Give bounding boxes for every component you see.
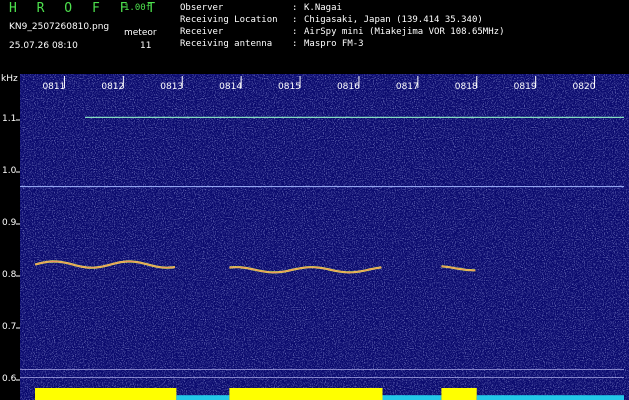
- time-label: 0814: [219, 82, 243, 92]
- time-label: 0813: [160, 82, 184, 92]
- header-panel: H R O F F T 1.00f KN9_2507260810.png met…: [0, 0, 629, 74]
- spectrogram-noise: [20, 74, 629, 400]
- frequency-label: 0.8: [2, 270, 17, 280]
- mode-label: meteor: [124, 28, 157, 38]
- spectrogram-plot: [16, 74, 629, 400]
- time-label: 0812: [101, 82, 125, 92]
- info-value: K.Nagai: [304, 3, 342, 13]
- info-key: Observer: [180, 3, 224, 13]
- activity-bar: [176, 395, 230, 400]
- info-row-location: Receiving Location: Chigasaki, Japan (139…: [180, 15, 483, 25]
- activity-bar: [441, 388, 477, 400]
- file-name: KN9_2507260810.png: [9, 22, 110, 32]
- frequency-label: 1.0: [2, 166, 17, 176]
- app-version: 1.00f: [124, 3, 152, 13]
- info-key: Receiving Location: [180, 15, 278, 25]
- time-label: 0815: [278, 82, 301, 92]
- activity-bar: [382, 395, 442, 400]
- activity-bar: [35, 388, 177, 400]
- info-row-observer: Observer: K.Nagai: [180, 3, 342, 13]
- y-axis-unit: kHz: [1, 74, 18, 84]
- info-colon: :: [292, 15, 298, 25]
- hrofft-window: { "header": { "app_title": "H R O F F T"…: [0, 0, 629, 400]
- info-colon: :: [292, 3, 298, 13]
- time-label: 0817: [395, 82, 419, 92]
- info-key: Receiving antenna: [180, 39, 273, 49]
- time-label: 0816: [336, 82, 360, 92]
- frequency-label: 0.7: [2, 322, 17, 332]
- info-value: AirSpy mini (Miakejima VOR 108.65MHz): [304, 27, 505, 37]
- timestamp: 25.07.26 08:10: [9, 41, 78, 51]
- detection-count: 11: [140, 41, 152, 51]
- activity-bar: [229, 388, 383, 400]
- frequency-label: 0.9: [2, 218, 17, 228]
- activity-bar: [476, 395, 624, 400]
- time-label: 0820: [572, 82, 596, 92]
- time-label: 0819: [513, 82, 537, 92]
- info-key: Receiver: [180, 27, 224, 37]
- info-value: Maspro FM-3: [304, 39, 364, 49]
- frequency-label: 1.1: [2, 114, 17, 124]
- info-row-antenna: Receiving antenna: Maspro FM-3: [180, 39, 364, 49]
- info-row-receiver: Receiver: AirSpy mini (Miakejima VOR 108.…: [180, 27, 504, 37]
- frequency-label: 0.6: [2, 374, 17, 384]
- time-label: 0818: [454, 82, 478, 92]
- info-value: Chigasaki, Japan (139.414 35.340): [304, 15, 483, 25]
- info-colon: :: [292, 27, 298, 37]
- info-colon: :: [292, 39, 298, 49]
- time-label: 0811: [42, 82, 66, 92]
